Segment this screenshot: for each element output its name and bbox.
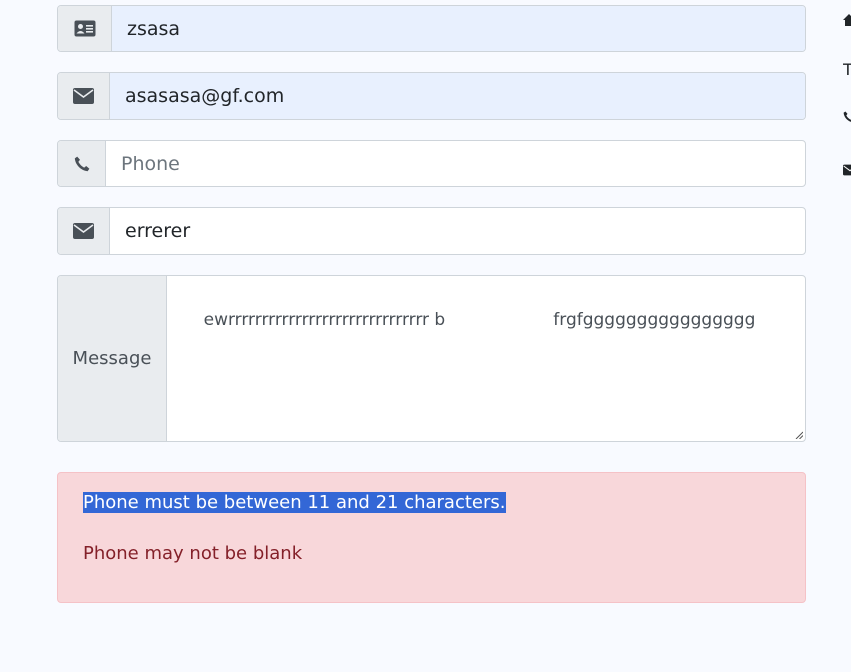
phone-field[interactable]: Phone xyxy=(106,141,805,186)
resize-handle[interactable] xyxy=(795,431,803,439)
email-input-group: asasasa@gf.com xyxy=(57,72,806,120)
phone-icon xyxy=(58,141,106,186)
envelope-icon xyxy=(58,208,110,254)
id-card-icon xyxy=(58,6,112,51)
home-icon xyxy=(843,14,851,28)
error-alert: Phone must be between 11 and 21 characte… xyxy=(57,472,806,603)
envelope-icon xyxy=(843,164,851,178)
message-input-group: Message ewrrrrrrrrrrrrrrrrrrrrrrrrrrrrrr… xyxy=(57,275,806,442)
message-label: Message xyxy=(58,276,167,441)
subject-field[interactable]: errerer xyxy=(110,208,805,254)
message-textarea[interactable]: ewrrrrrrrrrrrrrrrrrrrrrrrrrrrrrr b frgfg… xyxy=(167,276,805,441)
error-phone-blank: Phone may not be blank xyxy=(83,543,303,564)
error-phone-length: Phone must be between 11 and 21 characte… xyxy=(83,492,506,513)
envelope-icon xyxy=(58,73,110,119)
name-input-group: zsasa xyxy=(57,5,806,52)
message-text: ewrrrrrrrrrrrrrrrrrrrrrrrrrrrrrr b frgfg… xyxy=(203,310,756,330)
phone-icon xyxy=(843,111,851,125)
phone-input-group: Phone xyxy=(57,140,806,187)
subject-input-group: errerer xyxy=(57,207,806,255)
contact-text-fragment: T xyxy=(843,63,851,77)
name-field[interactable]: zsasa xyxy=(112,6,805,51)
email-field[interactable]: asasasa@gf.com xyxy=(110,73,805,119)
